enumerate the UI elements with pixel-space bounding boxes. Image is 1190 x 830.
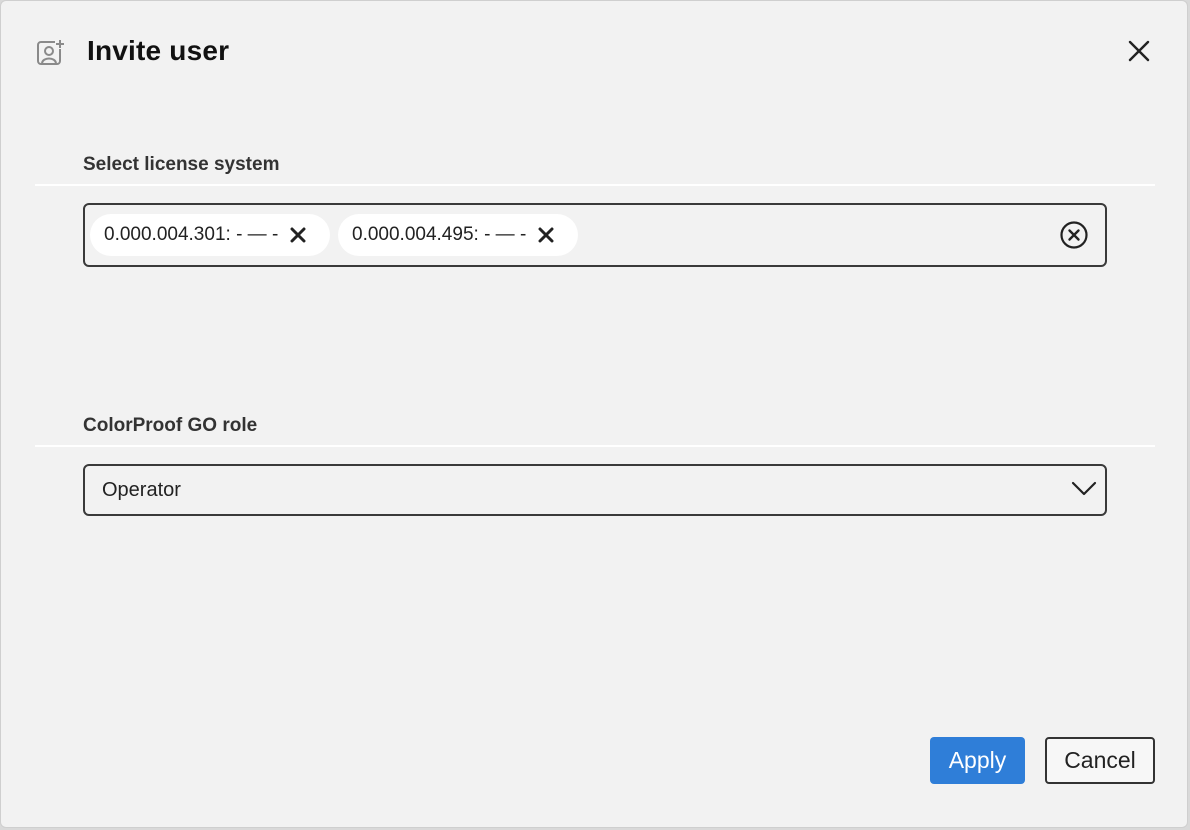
chevron-down-icon [1071,481,1097,496]
dialog-title: Invite user [87,35,230,66]
close-icon[interactable] [538,227,554,243]
circle-x-icon[interactable] [1059,220,1089,250]
role-section-label: ColorProof GO role [83,415,258,436]
license-multiselect-input[interactable]: 0.000.004.301: - — - 0.000.004.495: - — … [83,203,1107,267]
license-chip-label: 0.000.004.301: - — - [104,224,279,245]
license-chip: 0.000.004.495: - — - [338,214,578,256]
license-chip-label: 0.000.004.495: - — - [352,224,527,245]
license-section-label: Select license system [83,154,280,175]
close-icon[interactable] [290,227,306,243]
cancel-button[interactable]: Cancel [1045,737,1155,784]
license-chip: 0.000.004.301: - — - [90,214,330,256]
license-section-divider [35,184,1155,186]
role-select-value: Operator [102,479,181,501]
apply-button[interactable]: Apply [930,737,1025,784]
role-section-divider [35,445,1155,447]
role-select[interactable]: Operator [83,464,1107,516]
add-user-icon [37,39,65,65]
invite-user-dialog: Invite user Select license system 0.000.… [0,0,1188,828]
close-icon[interactable] [1123,35,1155,67]
